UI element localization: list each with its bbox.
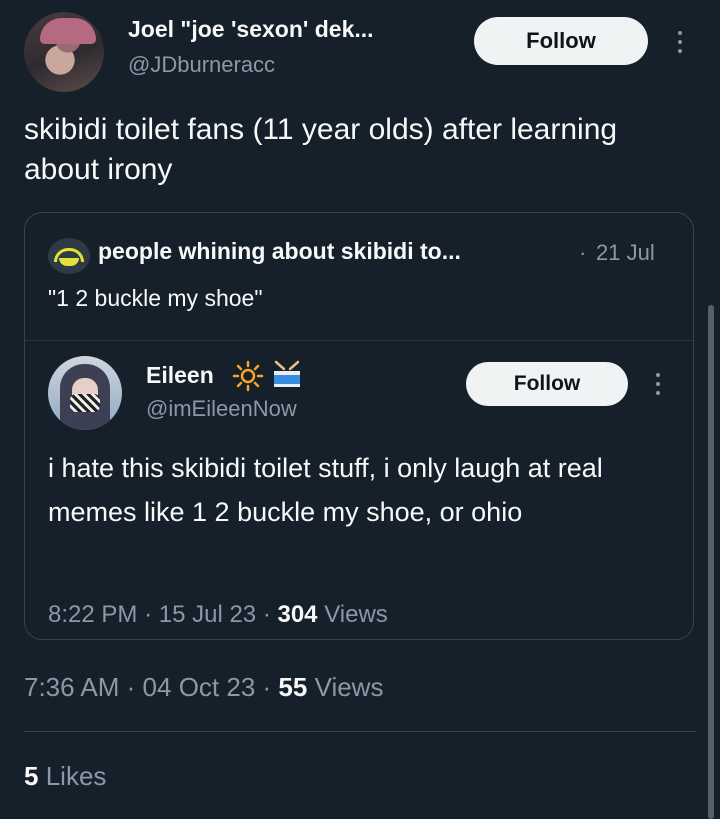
divider xyxy=(24,731,696,732)
author-avatar[interactable] xyxy=(24,12,104,92)
tweet-time[interactable]: 7:36 AM xyxy=(24,672,119,702)
tweet-date[interactable]: 04 Oct 23 xyxy=(143,672,256,702)
likes-count: 5 xyxy=(24,761,39,791)
views-label: Views xyxy=(314,672,384,702)
nested-tweet-text: i hate this skibidi toilet stuff, i only… xyxy=(48,453,603,527)
quote-text: "1 2 buckle my shoe" xyxy=(48,285,263,311)
tweet-text: skibidi toilet fans (11 year olds) after… xyxy=(24,113,618,186)
likes-link[interactable]: 5 Likes xyxy=(24,761,106,792)
author-display-name[interactable]: Joel "joe 'sexon' dek... xyxy=(128,16,374,43)
nested-more-options-icon[interactable] xyxy=(654,373,662,395)
quote-tweet-card[interactable] xyxy=(24,212,694,640)
views-count: 55 xyxy=(278,672,308,702)
separator-dot: · xyxy=(126,672,136,702)
separator-dot: · xyxy=(144,601,153,628)
likes-label: Likes xyxy=(45,761,107,791)
nested-handle[interactable]: @imEileenNow xyxy=(146,396,297,422)
tweet-meta: 7:36 AM · 04 Oct 23 · 55 Views xyxy=(24,672,383,703)
nested-display-name[interactable]: Eileen xyxy=(146,362,214,389)
nested-tweet-meta: 8:22 PM · 15 Jul 23 · 304 Views xyxy=(48,601,388,629)
nested-follow-button[interactable]: Follow xyxy=(466,362,628,406)
separator-dot: · xyxy=(262,601,271,628)
more-options-icon[interactable] xyxy=(676,31,684,53)
drum-icon xyxy=(274,360,300,387)
scrollbar[interactable] xyxy=(708,305,714,819)
nested-views-count: 304 xyxy=(277,601,318,628)
follow-button[interactable]: Follow xyxy=(474,17,648,65)
quote-date: 21 Jul xyxy=(596,240,655,265)
quote-author-avatar xyxy=(48,238,90,274)
sun-icon xyxy=(232,360,264,392)
quote-author-name: people whining about skibidi to... xyxy=(98,238,461,264)
nested-time[interactable]: 8:22 PM xyxy=(48,601,137,628)
separator-dot: · xyxy=(579,240,587,265)
quote-divider xyxy=(25,340,693,341)
author-handle[interactable]: @JDburneracc xyxy=(128,52,275,78)
nested-views-label: Views xyxy=(324,601,388,628)
nested-author-avatar[interactable] xyxy=(48,356,122,430)
nested-date[interactable]: 15 Jul 23 xyxy=(159,601,256,628)
separator-dot: · xyxy=(262,672,272,702)
